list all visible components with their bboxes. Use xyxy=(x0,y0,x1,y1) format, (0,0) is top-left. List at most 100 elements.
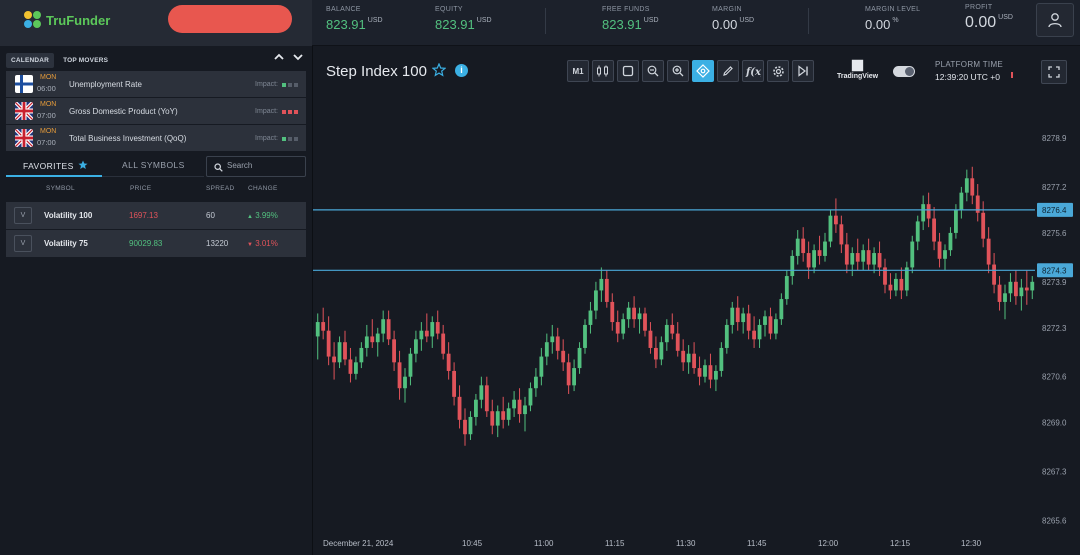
candle xyxy=(850,253,855,265)
fullscreen-button[interactable] xyxy=(1041,60,1067,84)
symbol-row[interactable]: V Volatility 100 1697.13 60 ▲ 3.99% xyxy=(6,202,306,229)
candle xyxy=(566,362,571,386)
margin-level-unit: % xyxy=(892,17,899,24)
candle xyxy=(572,368,576,386)
scroll-to-end-button[interactable] xyxy=(792,60,814,82)
candle xyxy=(621,319,626,334)
search-input[interactable] xyxy=(227,161,303,170)
crop-button[interactable] xyxy=(617,60,639,82)
candle xyxy=(768,316,773,334)
candle xyxy=(610,301,615,323)
calendar-event[interactable]: MON 06:00 Unemployment Rate Impact: xyxy=(6,71,306,97)
platform-time-value: 12:39:20 UTC +0 xyxy=(935,72,1000,82)
candle xyxy=(659,342,664,360)
candles-button[interactable] xyxy=(592,60,614,82)
candle xyxy=(441,333,446,354)
price-chart[interactable]: 8265.6 8267.3 8269.0 8270.6 8272.3 8273.9 8275… xyxy=(313,46,1080,555)
symbol-change: ▲ 3.99% xyxy=(247,211,278,220)
symbol-badge: V xyxy=(14,207,32,224)
chevron-up-icon[interactable] xyxy=(273,51,285,63)
symbol-search xyxy=(206,156,306,177)
profit-value: 0.00 xyxy=(965,14,997,31)
draw-button[interactable] xyxy=(717,60,739,82)
candle xyxy=(888,284,893,291)
profit-unit: USD xyxy=(998,14,1013,21)
tradingview-toggle[interactable] xyxy=(893,66,915,77)
y-tick-label: 8267.3 xyxy=(1042,468,1067,477)
candle xyxy=(555,336,560,351)
margin-level-metric: MARGIN LEVEL 0.00% xyxy=(865,6,920,32)
y-tick-label: 8275.6 xyxy=(1042,229,1067,238)
candle xyxy=(386,319,391,340)
free-funds-value: 823.91 xyxy=(602,17,642,32)
symbol-spread: 13220 xyxy=(206,239,229,248)
change-value: 3.01% xyxy=(255,239,278,248)
logo[interactable]: TruFunder xyxy=(24,11,110,29)
indicators-button[interactable]: f(x) xyxy=(742,60,764,82)
skip-end-icon xyxy=(798,65,808,77)
candle xyxy=(986,238,991,265)
candle xyxy=(468,416,473,435)
candle xyxy=(626,307,631,320)
symbol-price: 1697.13 xyxy=(129,211,158,220)
user-profile-button[interactable] xyxy=(1036,3,1074,37)
candle xyxy=(632,307,636,320)
calendar-event[interactable]: MON 07:00 Gross Domestic Product (YoY) I… xyxy=(6,98,306,124)
uk-flag-icon xyxy=(15,129,33,147)
price-level-label: 8276.4 xyxy=(1042,206,1067,215)
candle xyxy=(681,350,686,363)
zoom-in-button[interactable] xyxy=(667,60,689,82)
candle xyxy=(359,347,364,363)
tradingview-logo[interactable]: ⬛︎ TradingView xyxy=(837,60,878,80)
candle xyxy=(512,399,516,409)
symbol-row[interactable]: V Volatility 75 90029.83 13220 ▼ 3.01% xyxy=(6,230,306,257)
platform-time: PLATFORM TIME 12:39:20 UTC +0 xyxy=(935,60,1003,82)
event-name: Unemployment Rate xyxy=(69,80,142,89)
x-tick-label: 11:30 xyxy=(676,539,696,548)
margin-label: MARGIN xyxy=(712,6,742,13)
y-tick-label: 8270.6 xyxy=(1042,373,1067,382)
candle xyxy=(910,241,915,268)
candle xyxy=(588,310,593,325)
symbols-table-header: SYMBOL PRICE SPREAD CHANGE xyxy=(6,185,306,199)
candle xyxy=(604,278,609,302)
candle xyxy=(948,232,953,251)
tab-top-movers[interactable]: TOP MOVERS xyxy=(58,53,113,68)
equity-unit: USD xyxy=(476,17,492,24)
chevron-down-icon[interactable] xyxy=(292,51,304,63)
top-bar: TruFunder BALANCE 823.91 USD EQUITY 823.9… xyxy=(0,0,1080,46)
candle xyxy=(839,224,844,245)
tab-all-symbols[interactable]: ALL SYMBOLS xyxy=(122,160,185,170)
settings-button[interactable] xyxy=(767,60,789,82)
tab-calendar[interactable]: CALENDAR xyxy=(6,53,55,68)
tab-favorites[interactable]: FAVORITES xyxy=(23,160,88,171)
candle xyxy=(861,250,866,262)
profit-metric: PROFIT 0.00 USD xyxy=(965,4,1013,32)
candle xyxy=(735,307,740,323)
candle xyxy=(855,253,860,262)
impact-label: Impact: xyxy=(255,81,278,88)
y-tick-label: 8277.2 xyxy=(1042,183,1067,192)
info-icon[interactable]: i xyxy=(455,64,468,77)
timeframe-button[interactable]: M1 xyxy=(567,60,589,82)
candle xyxy=(484,385,489,412)
zoom-out-icon xyxy=(647,65,659,77)
zoom-out-button[interactable] xyxy=(642,60,664,82)
header-price: PRICE xyxy=(130,185,152,192)
event-name: Total Business Investment (QoQ) xyxy=(69,134,187,143)
symbol-tabs: FAVORITES ALL SYMBOLS xyxy=(6,157,204,177)
crosshair-button[interactable] xyxy=(692,60,714,82)
favorite-star-icon[interactable] xyxy=(432,63,446,77)
calendar-event[interactable]: MON 07:00 Total Business Investment (QoQ… xyxy=(6,125,306,151)
candle xyxy=(544,342,549,357)
candle xyxy=(697,368,702,377)
candle xyxy=(599,278,604,291)
star-icon xyxy=(78,160,88,169)
candle xyxy=(637,313,642,320)
candle xyxy=(501,411,506,420)
candle xyxy=(495,411,500,426)
candle xyxy=(337,342,342,363)
candle xyxy=(534,376,538,389)
candle xyxy=(686,353,691,363)
candle xyxy=(561,350,566,363)
